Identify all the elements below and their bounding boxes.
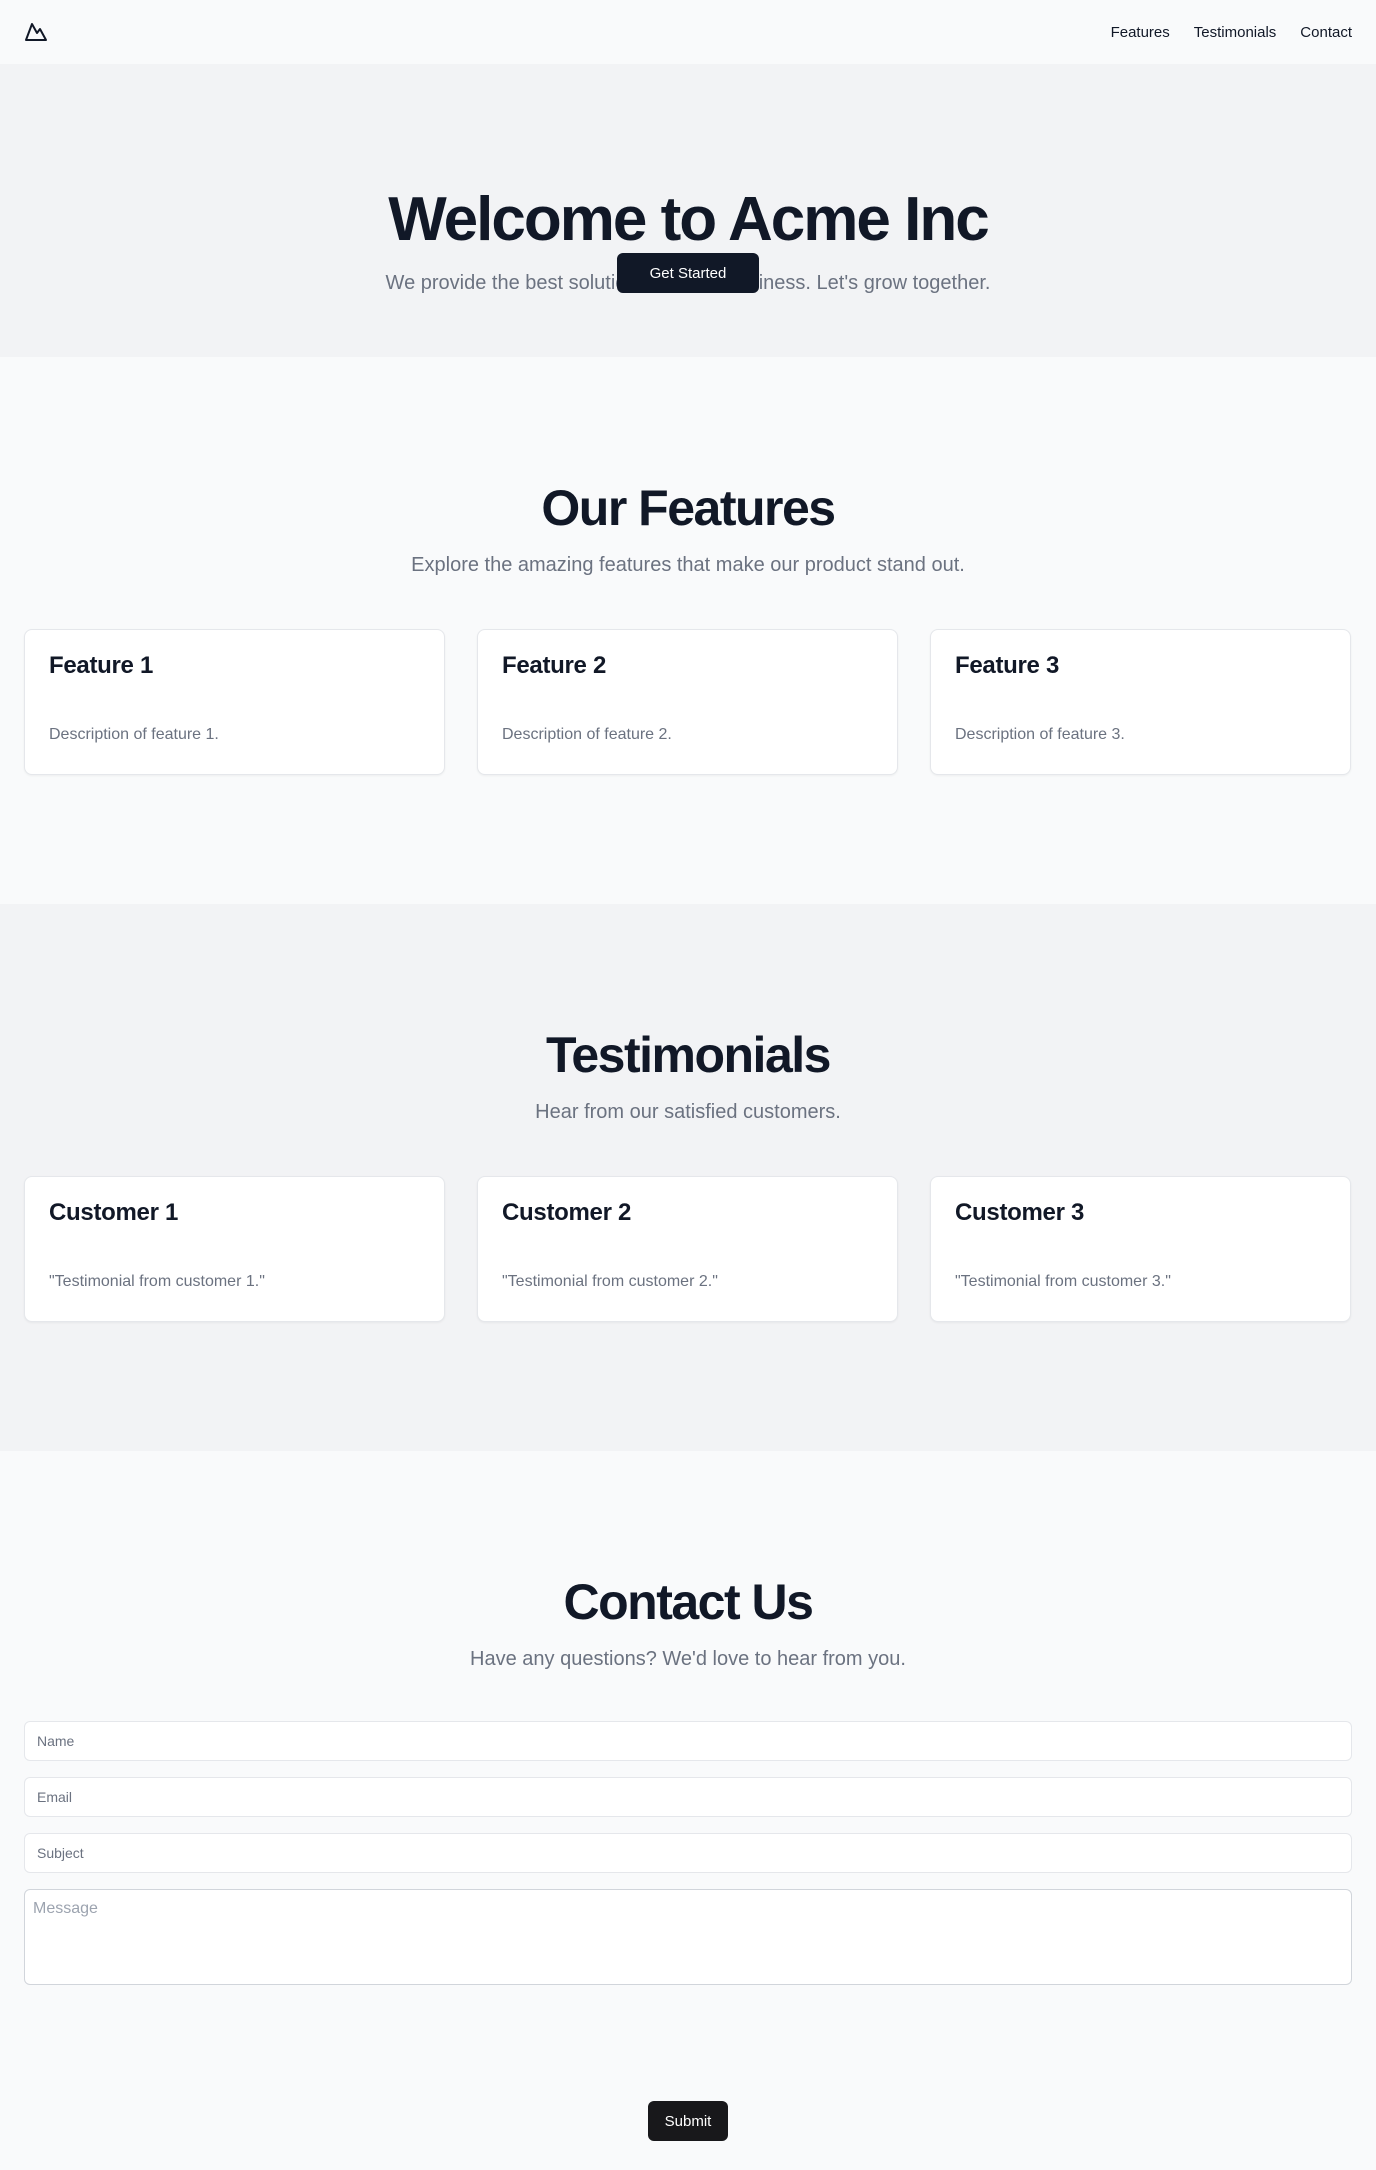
testimonial-card-title: Customer 2 [502,1199,632,1226]
feature-card-text: Description of feature 3. [955,726,1125,743]
feature-card: Feature 3 Description of feature 3. [930,629,1351,775]
testimonial-cards: Customer 1 "Testimonial from customer 1.… [24,1176,1352,1322]
features-title: Our Features [541,480,836,536]
site-header: Features Testimonials Contact [0,0,1376,64]
features-section: Our Features Explore the amazing feature… [0,357,1376,904]
main-nav: Features Testimonials Contact [1111,24,1352,41]
testimonials-title: Testimonials [546,1027,831,1083]
name-field[interactable] [24,1721,1352,1761]
testimonial-card-quote: "Testimonial from customer 2." [502,1273,718,1290]
nav-link-testimonials[interactable]: Testimonials [1194,24,1277,41]
features-cards: Feature 1 Description of feature 1. Feat… [24,629,1352,775]
testimonial-card-quote: "Testimonial from customer 1." [49,1273,265,1290]
feature-card-title: Feature 1 [49,652,154,679]
submit-button[interactable]: Submit [648,2101,728,2141]
feature-card-title: Feature 2 [502,652,607,679]
contact-subtitle: Have any questions? We'd love to hear fr… [470,1648,906,1670]
hero-title: Welcome to Acme Inc [388,185,989,254]
testimonial-card: Customer 2 "Testimonial from customer 2.… [477,1176,898,1322]
feature-card-title: Feature 3 [955,652,1060,679]
message-field[interactable] [24,1889,1352,1985]
testimonial-card-title: Customer 3 [955,1199,1085,1226]
logo-link[interactable] [24,20,48,44]
testimonial-card: Customer 1 "Testimonial from customer 1.… [24,1176,445,1322]
testimonial-card-quote: "Testimonial from customer 3." [955,1273,1171,1290]
get-started-button[interactable]: Get Started [617,253,759,293]
feature-card-text: Description of feature 1. [49,726,219,743]
testimonials-section: Testimonials Hear from our satisfied cus… [0,904,1376,1451]
feature-card: Feature 1 Description of feature 1. [24,629,445,775]
hero-section: Welcome to Acme Inc We provide the best … [0,64,1376,357]
feature-card: Feature 2 Description of feature 2. [477,629,898,775]
testimonial-card: Customer 3 "Testimonial from customer 3.… [930,1176,1351,1322]
subject-field[interactable] [24,1833,1352,1873]
contact-title: Contact Us [563,1574,814,1630]
nav-link-features[interactable]: Features [1111,24,1170,41]
feature-card-text: Description of feature 2. [502,726,672,743]
mountain-icon [25,23,47,41]
testimonials-subtitle: Hear from our satisfied customers. [535,1101,841,1123]
contact-form: Submit [24,1721,1352,2141]
nav-link-contact[interactable]: Contact [1300,24,1352,41]
email-field[interactable] [24,1777,1352,1817]
contact-section: Contact Us Have any questions? We'd love… [0,1451,1376,2170]
testimonial-card-title: Customer 1 [49,1199,179,1226]
features-subtitle: Explore the amazing features that make o… [411,554,965,576]
